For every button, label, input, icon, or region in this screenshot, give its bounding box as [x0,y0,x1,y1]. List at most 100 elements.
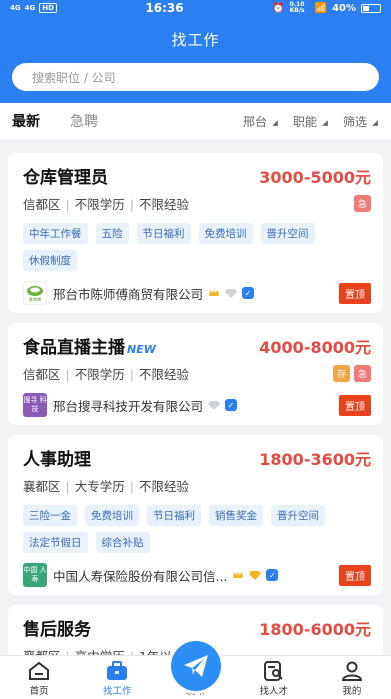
location: 信都区 [23,367,61,382]
benefit-tag: 五险 [95,223,129,244]
tab-profile-label: 我的 [342,686,362,697]
tab-find-talent-label: 找人才 [259,686,288,697]
page-title: 找工作 [171,31,220,49]
experience: 不限经验 [125,364,189,383]
job-requirements: 信都区 不限学历 不限经验 [23,364,189,383]
benefit-tag: 节日福利 [147,505,201,526]
company-logo: 中国 人寿 [23,563,47,587]
top-badge: 置顶 [339,282,371,304]
verified-icon: ✓ [242,287,255,299]
benefit-tag: 休假制度 [23,250,77,271]
network-indicators: 4G 4G HD [10,3,57,13]
diamond-icon [225,289,238,298]
urgent-badge: 急 [353,195,371,212]
company-name[interactable]: 中国人寿保险股份有限公司信... [53,566,227,585]
verified-icon: ✓ [225,399,238,411]
benefit-tag: 综合补贴 [95,532,150,553]
job-card[interactable]: 人事助理 1800-3600元 襄都区 大专学历 不限经验 三险一金 免费培训 … [8,435,383,595]
tab-latest[interactable]: 最新 [12,111,40,131]
job-title: 仓库管理员 [23,168,108,188]
tab-find-job[interactable]: 找工作 [78,656,156,699]
city-dropdown[interactable]: 邢台 [243,113,279,130]
education: 不限学历 [61,194,125,213]
crown-icon [233,571,244,578]
company-name[interactable]: 邢台搜寻科技开发有限公司 [53,396,203,415]
filter-bar: 最新 急聘 邢台 职能 筛选 [0,103,391,139]
tab-urgent[interactable]: 急聘 [70,111,98,131]
company-logo-text: 陈师傅 [29,296,41,302]
company-name[interactable]: 邢台市陈师傅商贸有限公司 [53,284,203,303]
new-badge: NEW [127,343,156,356]
paper-plane-icon [184,655,208,677]
job-title-text: 食品直播主播 [23,338,125,358]
benefit-tag: 晋升空间 [271,505,325,526]
signal-4g-1: 4G [10,4,21,12]
salary: 3000-5000元 [259,167,371,187]
education: 不限学历 [61,364,125,383]
function-dropdown-label: 职能 [292,114,317,129]
job-title: 食品直播主播 NEW [23,333,156,358]
company-logo-text: 搜寻 科技 [23,396,47,413]
city-dropdown-label: 邢台 [242,114,267,129]
job-card[interactable]: 仓库管理员 3000-5000元 信都区 不限学历 不限经验 急 中年工作餐 五… [8,153,383,313]
hd-icon: HD [39,3,57,13]
benefit-tag: 中年工作餐 [23,223,88,244]
experience: 不限经验 [125,194,189,213]
chevron-down-icon [322,120,328,126]
job-title: 售后服务 [23,620,91,640]
experience: 不限经验 [125,476,189,495]
job-requirements: 信都区 不限学历 不限经验 [23,194,189,213]
crown-icon [209,289,220,296]
tab-profile[interactable]: 我的 [313,656,391,699]
filter-dropdown-label: 筛选 [342,114,367,129]
benefit-tag: 免费培训 [198,223,253,244]
tab-home[interactable]: 首页 [0,656,78,699]
home-icon [29,661,50,680]
function-dropdown[interactable]: 职能 [293,113,329,130]
publish-button[interactable] [171,641,221,691]
alarm-icon: ⏰ [272,2,285,14]
job-card[interactable]: 食品直播主播 NEW 4000-8000元 信都区 不限学历 不限经验 存 急 … [8,323,383,425]
top-badge: 置顶 [339,394,371,416]
filter-dropdown[interactable]: 筛选 [343,113,379,130]
signal-4g-2: 4G [24,4,36,12]
user-icon [341,661,362,681]
urgent-badge: 急 [353,365,371,382]
benefit-tags: 三险一金 免费培训 节日福利 销售奖金 晋升空间 法定节假日 综合补贴 [23,505,371,553]
diamond-icon [208,401,221,410]
company-logo-text: 中国 人寿 [23,566,47,583]
diamond-icon [249,571,262,580]
benefit-tag: 免费培训 [85,505,139,526]
location: 襄都区 [23,646,61,655]
status-right: ⏰ 0.10 KB/s 📶 40% [272,2,381,14]
search-input[interactable]: 搜索职位 / 公司 [12,63,379,91]
tab-find-job-label: 找工作 [103,686,132,697]
benefit-tag: 节日福利 [136,223,191,244]
store-badge: 存 [332,365,350,382]
education: 大专学历 [61,476,125,495]
top-badge: 置顶 [339,564,371,586]
location: 信都区 [23,197,61,212]
job-list: 仓库管理员 3000-5000元 信都区 不限学历 不限经验 急 中年工作餐 五… [0,139,391,655]
tab-find-talent[interactable]: 找人才 [235,656,313,699]
network-speed: 0.10 KB/s [289,1,305,14]
company-logo: 搜寻 科技 [23,393,47,417]
salary: 1800-3600元 [259,449,371,469]
education: 高中学历 [61,646,125,655]
benefit-tag: 晋升空间 [260,223,315,244]
company-logo: 陈师傅 [23,281,47,305]
filter-dropdowns: 邢台 职能 筛选 [243,113,379,130]
benefit-tags: 中年工作餐 五险 节日福利 免费培训 晋升空间 休假制度 [23,223,371,271]
job-title: 人事助理 [23,450,91,470]
salary: 1800-6000元 [259,619,371,639]
briefcase-icon [107,661,128,680]
chevron-down-icon [272,120,278,126]
tab-home-label: 首页 [29,686,49,697]
header: 4G 4G HD 16:36 ⏰ 0.10 KB/s 📶 40% 找工作 搜索职… [0,0,391,103]
status-bar: 4G 4G HD 16:36 ⏰ 0.10 KB/s 📶 40% [0,0,391,16]
verified-icon: ✓ [266,569,279,581]
search-resume-icon [263,661,283,681]
location: 襄都区 [23,479,61,494]
battery-percent: 40% [332,2,356,14]
job-requirements: 襄都区 大专学历 不限经验 [23,476,189,495]
